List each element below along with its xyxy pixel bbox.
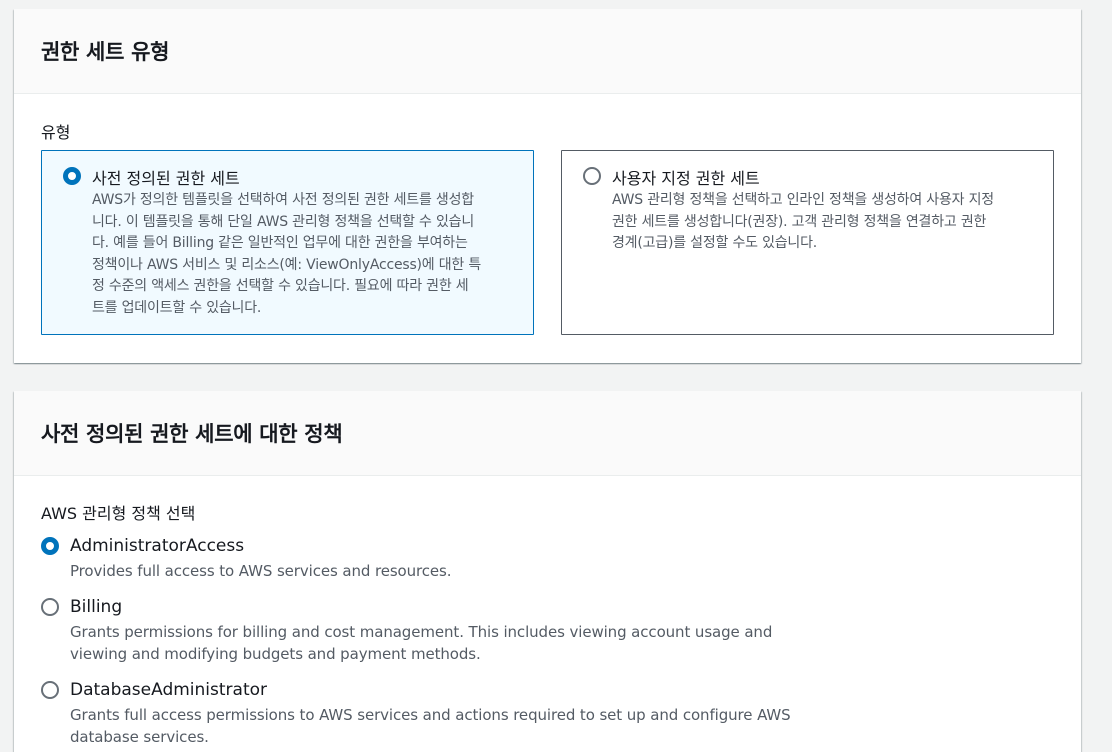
description-line: Grants permissions for billing and cost … bbox=[70, 623, 773, 641]
description-line: Grants full access permissions to AWS se… bbox=[70, 706, 791, 724]
description-line: 경계(고급)를 설정할 수도 있습니다. bbox=[612, 235, 818, 251]
description-line: 니다. 이 템플릿을 통해 단일 AWS 관리형 정책을 선택할 수 있습니 bbox=[92, 213, 475, 230]
type-field-label: 유형 bbox=[41, 123, 71, 142]
predefined-permission-set-radio[interactable] bbox=[63, 167, 81, 185]
managed-policy-field-label: AWS 관리형 정책 선택 bbox=[41, 504, 196, 523]
custom-permission-set-radio[interactable] bbox=[583, 167, 601, 185]
administrator-access-label[interactable]: AdministratorAccess bbox=[70, 536, 244, 556]
description-line: AWS가 정의한 템플릿을 선택하여 사전 정의된 권한 세트를 생성합 bbox=[92, 192, 474, 208]
description-line: 트를 업데이트할 수 있습니다. bbox=[92, 299, 262, 316]
description-line: AWS 관리형 정책을 선택하고 인라인 정책을 생성하여 사용자 지정 bbox=[612, 192, 994, 208]
page: 권한 세트 유형 유형 사전 정의된 권한 세트 AWS가 정의한 템플릿을 선… bbox=[0, 0, 1112, 752]
custom-permission-set-description: AWS 관리형 정책을 선택하고 인라인 정책을 생성하여 사용자 지정 권한 … bbox=[612, 190, 1052, 255]
predefined-permission-set-description: AWS가 정의한 템플릿을 선택하여 사전 정의된 권한 세트를 생성합 니다.… bbox=[92, 190, 532, 319]
description-line: viewing and modifying budgets and paymen… bbox=[70, 645, 481, 663]
custom-permission-set-title: 사용자 지정 권한 세트 bbox=[612, 169, 760, 188]
policy-header: 사전 정의된 권한 세트에 대한 정책 bbox=[14, 391, 1081, 476]
database-administrator-radio[interactable] bbox=[41, 681, 59, 699]
description-line: database services. bbox=[70, 728, 209, 746]
permission-set-type-container: 권한 세트 유형 유형 사전 정의된 권한 세트 AWS가 정의한 템플릿을 선… bbox=[14, 9, 1081, 363]
database-administrator-description: Grants full access permissions to AWS se… bbox=[70, 704, 830, 748]
administrator-access-description: Provides full access to AWS services and… bbox=[70, 560, 830, 582]
permission-set-type-header: 권한 세트 유형 bbox=[14, 9, 1081, 94]
description-line: 다. 예를 들어 Billing 같은 일반적인 업무에 대한 권한을 부여하는 bbox=[92, 235, 468, 251]
billing-radio[interactable] bbox=[41, 598, 59, 616]
description-line: 정 수준의 액세스 권한을 선택할 수 있습니다. 필요에 따라 권한 세 bbox=[92, 278, 469, 294]
permission-set-type-title: 권한 세트 유형 bbox=[41, 40, 170, 64]
description-line: 정책이나 AWS 서비스 및 리소스(예: ViewOnlyAccess)에 대… bbox=[92, 256, 482, 273]
database-administrator-label[interactable]: DatabaseAdministrator bbox=[70, 680, 267, 700]
description-line: 권한 세트를 생성합니다(권장). 고객 관리형 정책을 연결하고 권한 bbox=[612, 213, 987, 230]
description-line: Provides full access to AWS services and… bbox=[70, 562, 452, 580]
administrator-access-radio[interactable] bbox=[41, 537, 59, 555]
billing-label[interactable]: Billing bbox=[70, 597, 122, 617]
policy-container: 사전 정의된 권한 세트에 대한 정책 AWS 관리형 정책 선택 Admini… bbox=[14, 391, 1081, 752]
custom-permission-set-tile[interactable]: 사용자 지정 권한 세트 AWS 관리형 정책을 선택하고 인라인 정책을 생성… bbox=[561, 150, 1054, 335]
policy-title: 사전 정의된 권한 세트에 대한 정책 bbox=[41, 422, 343, 446]
predefined-permission-set-tile[interactable]: 사전 정의된 권한 세트 AWS가 정의한 템플릿을 선택하여 사전 정의된 권… bbox=[41, 150, 534, 335]
predefined-permission-set-title: 사전 정의된 권한 세트 bbox=[92, 169, 240, 188]
billing-description: Grants permissions for billing and cost … bbox=[70, 621, 830, 665]
